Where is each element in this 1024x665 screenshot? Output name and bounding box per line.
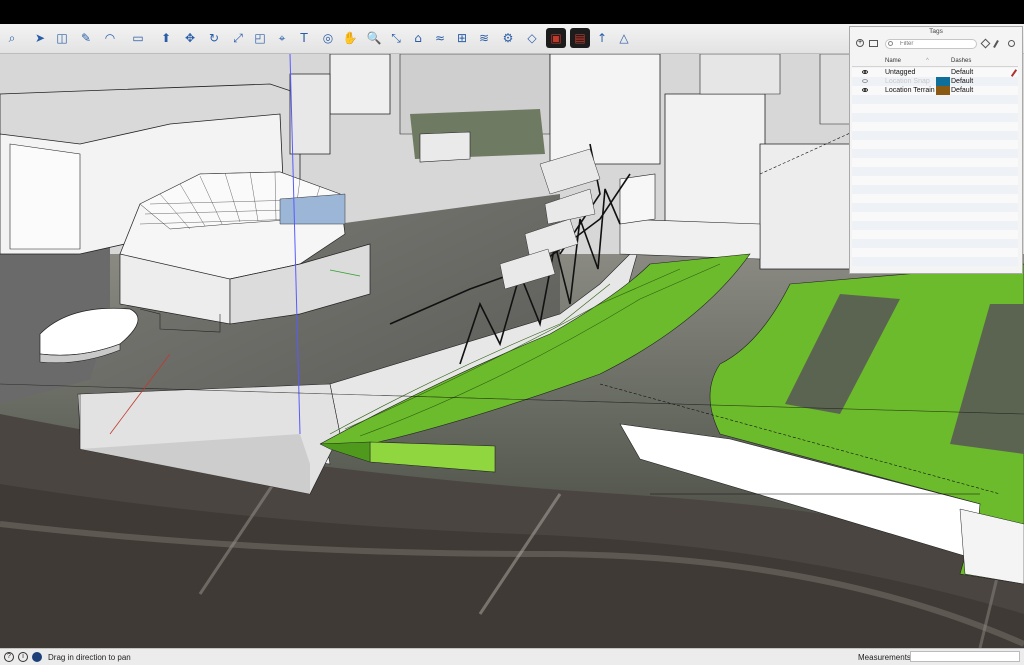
tags-empty-row <box>852 194 1018 203</box>
tags-empty-row <box>852 122 1018 131</box>
search-icon[interactable]: ⌕ <box>2 28 22 48</box>
visibility-eye-icon[interactable] <box>862 88 868 92</box>
tag-dashes[interactable]: Default <box>951 86 973 95</box>
details-menu-icon[interactable] <box>1008 40 1015 47</box>
tag-name[interactable]: Location Snap <box>885 77 935 86</box>
tags-empty-row <box>852 257 1018 266</box>
scale-icon[interactable]: ⤢ <box>228 28 248 48</box>
drape-icon[interactable]: ≋ <box>474 28 494 48</box>
zoom-icon[interactable]: 🔍 <box>364 28 384 48</box>
send-to-layout-icon[interactable]: ↑ <box>592 28 612 48</box>
eraser-icon[interactable]: ◫ <box>52 28 72 48</box>
status-hint-text: Drag in direction to pan <box>48 653 131 662</box>
tags-empty-row <box>852 95 1018 104</box>
sandbox-icon[interactable]: ⌂ <box>408 28 428 48</box>
status-bar: ? i Drag in direction to pan Measurement… <box>0 648 1024 665</box>
offset-icon[interactable]: ◰ <box>250 28 270 48</box>
tag-name[interactable]: Location Terrain <box>885 86 935 95</box>
tags-empty-row <box>852 203 1018 212</box>
column-header-dashes[interactable]: Dashes <box>951 58 971 64</box>
zoom-extents-icon[interactable]: ⤡ <box>386 28 406 48</box>
pencil-tag-icon[interactable] <box>993 40 999 48</box>
tag-row[interactable]: Untagged Default <box>852 68 1018 77</box>
tags-empty-row <box>852 185 1018 194</box>
orbit-icon[interactable]: ◎ <box>318 28 338 48</box>
geo-location-icon[interactable]: ? <box>4 652 14 662</box>
rectangle-icon[interactable]: ▭ <box>128 28 148 48</box>
warehouse-icon[interactable]: ▣ <box>546 28 566 48</box>
tags-empty-row <box>852 140 1018 149</box>
text-icon[interactable]: T <box>294 28 314 48</box>
tags-empty-row <box>852 212 1018 221</box>
paint-tag-icon[interactable] <box>980 38 991 49</box>
tag-dashes[interactable]: Default <box>951 77 973 86</box>
tags-empty-row <box>852 113 1018 122</box>
tags-table-header: Name ^ Dashes <box>852 57 1018 67</box>
add-folder-icon[interactable] <box>869 40 878 47</box>
tags-panel-title: Tags <box>929 28 943 35</box>
tags-filter-input[interactable] <box>885 39 977 49</box>
tags-panel: Tags + Name ^ Dashes UntaggedDefaultLoca… <box>849 26 1023 274</box>
tags-empty-row <box>852 104 1018 113</box>
measurements-label: Measurements <box>858 653 911 662</box>
pencil-line-icon[interactable]: ✎ <box>76 28 96 48</box>
arc-icon[interactable]: ◠ <box>100 28 120 48</box>
account-icon[interactable] <box>32 652 42 662</box>
sort-chevron-icon: ^ <box>926 58 929 64</box>
window-title-bar <box>0 0 1024 24</box>
section-plane-icon[interactable]: △ <box>614 28 634 48</box>
tags-empty-row <box>852 158 1018 167</box>
move-icon[interactable]: ✥ <box>180 28 200 48</box>
column-header-name[interactable]: Name <box>885 58 901 64</box>
visibility-eye-icon[interactable] <box>862 70 868 74</box>
flip-edge-icon[interactable]: ◇ <box>522 28 542 48</box>
tags-empty-row <box>852 167 1018 176</box>
tags-empty-row <box>852 248 1018 257</box>
tags-empty-row <box>852 221 1018 230</box>
tag-dashes[interactable]: Default <box>951 68 973 77</box>
visibility-eye-icon[interactable] <box>862 79 868 83</box>
tag-row[interactable]: Location Terrain Default <box>852 86 1018 95</box>
smoove-icon[interactable]: ≈ <box>430 28 450 48</box>
tag-name[interactable]: Untagged <box>885 68 935 77</box>
push-pull-icon[interactable]: ⬆ <box>156 28 176 48</box>
measurements-input[interactable] <box>910 651 1020 662</box>
stamp-icon[interactable]: ⊞ <box>452 28 472 48</box>
tape-measure-icon[interactable]: ⌖ <box>272 28 292 48</box>
tags-empty-row <box>852 239 1018 248</box>
tags-empty-row <box>852 149 1018 158</box>
tags-empty-row <box>852 230 1018 239</box>
add-tag-icon[interactable]: + <box>856 39 864 47</box>
tags-empty-row <box>852 176 1018 185</box>
tag-color-swatch[interactable] <box>936 86 950 95</box>
select-arrow-icon[interactable]: ➤ <box>30 28 50 48</box>
tags-filter-search-icon <box>888 41 893 46</box>
tag-color-swatch[interactable] <box>936 77 950 86</box>
rotate-icon[interactable]: ↻ <box>204 28 224 48</box>
credits-icon[interactable]: i <box>18 652 28 662</box>
tag-row[interactable]: Location Snap Default <box>852 77 1018 86</box>
tags-empty-row <box>852 131 1018 140</box>
pan-icon[interactable]: ✋ <box>340 28 360 48</box>
add-detail-icon[interactable]: ⚙ <box>498 28 518 48</box>
extension-warehouse-icon[interactable]: ▤ <box>570 28 590 48</box>
